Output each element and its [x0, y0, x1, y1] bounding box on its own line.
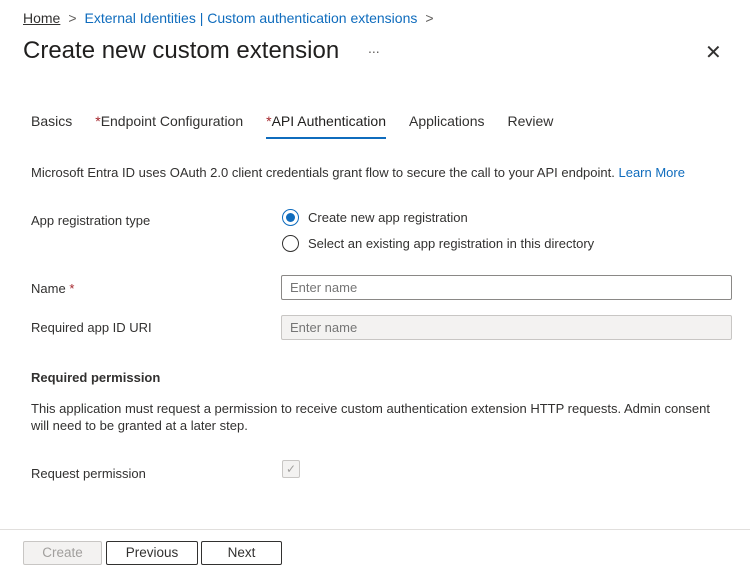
- request-permission-label: Request permission: [31, 466, 146, 481]
- chevron-right-icon: >: [425, 10, 434, 26]
- radio-label: Select an existing app registration in t…: [308, 236, 595, 251]
- breadcrumb-home[interactable]: Home: [23, 10, 60, 26]
- name-label: Name *: [31, 281, 74, 296]
- tab-label: Basics: [31, 113, 73, 129]
- tab-list: Basics *Endpoint Configuration *API Auth…: [31, 113, 576, 139]
- app-id-uri-label: Required app ID URI: [31, 320, 152, 335]
- page-title: Create new custom extension: [23, 37, 340, 64]
- required-marker: *: [69, 281, 75, 296]
- tab-applications[interactable]: Applications: [409, 113, 485, 139]
- breadcrumb-parent[interactable]: External Identities | Custom authenticat…: [85, 10, 418, 26]
- name-input[interactable]: [281, 275, 732, 300]
- chevron-right-icon: >: [68, 10, 77, 26]
- tab-label: Applications: [409, 113, 485, 129]
- tab-label: API Authentication: [271, 113, 386, 129]
- app-registration-label: App registration type: [31, 213, 151, 228]
- breadcrumb: Home > External Identities | Custom auth…: [23, 10, 434, 26]
- tab-label: Review: [507, 113, 554, 129]
- next-button[interactable]: Next: [201, 541, 282, 565]
- footer-divider: [0, 529, 750, 530]
- name-label-text: Name: [31, 281, 66, 296]
- request-permission-checkbox: ✓: [282, 460, 300, 478]
- radio-label: Create new app registration: [308, 210, 468, 225]
- tab-label: Endpoint Configuration: [100, 113, 244, 129]
- learn-more-link[interactable]: Learn More: [618, 165, 684, 180]
- previous-button[interactable]: Previous: [106, 541, 198, 565]
- app-id-uri-input: [281, 315, 732, 340]
- permission-description: This application must request a permissi…: [31, 401, 710, 433]
- required-permission-heading: Required permission: [31, 370, 161, 385]
- close-icon[interactable]: ✕: [705, 40, 722, 65]
- radio-select-existing-app[interactable]: Select an existing app registration in t…: [282, 235, 594, 252]
- tab-api-authentication[interactable]: *API Authentication: [266, 113, 386, 139]
- radio-selected-icon: [282, 209, 299, 226]
- create-button: Create: [23, 541, 102, 565]
- tab-review[interactable]: Review: [508, 113, 554, 139]
- description: Microsoft Entra ID uses OAuth 2.0 client…: [31, 165, 685, 180]
- description-text: Microsoft Entra ID uses OAuth 2.0 client…: [31, 165, 615, 180]
- tab-endpoint-configuration[interactable]: *Endpoint Configuration: [95, 113, 243, 139]
- tab-basics[interactable]: Basics: [31, 113, 72, 139]
- more-options-icon[interactable]: ...: [368, 40, 380, 56]
- radio-unselected-icon: [282, 235, 299, 252]
- radio-create-new-app[interactable]: Create new app registration: [282, 209, 468, 226]
